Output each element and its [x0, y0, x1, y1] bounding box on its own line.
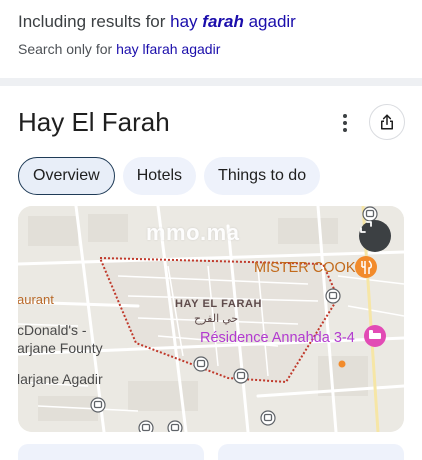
more-options-button[interactable] — [330, 108, 360, 138]
corrected-query-link[interactable]: hay farah agadir — [170, 12, 296, 31]
spelling-correction: Including results for hay farah agadir S… — [18, 10, 408, 59]
search-only-line: Search only for hay lfarah agadir — [18, 39, 408, 59]
poi-mcdonalds-line1[interactable]: cDonald's - — [18, 322, 87, 338]
poi-marjane-agadir[interactable]: larjane Agadir — [18, 371, 103, 387]
tab-overview[interactable]: Overview — [18, 157, 115, 195]
poi-mister-cook[interactable]: MISTER COOK — [254, 260, 356, 276]
restaurant-marker[interactable] — [355, 256, 377, 278]
section-divider — [0, 78, 422, 86]
map-area-label-arabic: حي الفرح — [194, 313, 239, 325]
map-preview[interactable]: mmo.ma HAY EL FARAH حي الفرح MISTER COOK… — [18, 206, 404, 432]
poi-residence-annahda[interactable]: Résidence Annahda 3-4 — [200, 330, 355, 346]
expand-icon — [360, 221, 372, 233]
share-icon — [381, 114, 393, 130]
more-vert-icon — [343, 114, 347, 118]
map-area-label: HAY EL FARAH — [175, 298, 263, 310]
poi-mcdonalds-line2[interactable]: arjane Founty — [18, 340, 103, 356]
map-expand-button[interactable] — [359, 220, 391, 252]
place-title: Hay El Farah — [18, 107, 170, 137]
hotel-marker[interactable] — [364, 325, 386, 347]
bottom-cards-peek — [18, 444, 404, 460]
bottom-card-left[interactable] — [18, 444, 204, 460]
poi-restaurant-partial[interactable]: aurant — [18, 292, 54, 307]
tab-bar: Overview Hotels Things to do — [18, 157, 321, 195]
tab-things-to-do[interactable]: Things to do — [204, 157, 321, 195]
including-results-line: Including results for hay farah agadir — [18, 10, 408, 34]
tab-hotels[interactable]: Hotels — [122, 157, 197, 195]
search-only-prefix: Search only for — [18, 41, 117, 57]
original-query-link[interactable]: hay lfarah agadir — [116, 41, 220, 57]
including-results-prefix: Including results for — [18, 12, 171, 31]
bottom-card-right[interactable] — [218, 444, 404, 460]
map-watermark: mmo.ma — [146, 220, 240, 245]
share-button[interactable] — [369, 104, 405, 140]
